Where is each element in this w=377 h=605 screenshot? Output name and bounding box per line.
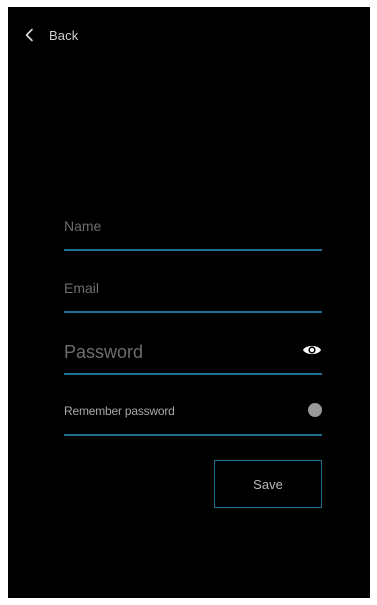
save-button[interactable]: Save xyxy=(214,460,322,508)
remember-underline xyxy=(64,434,322,436)
remember-password-toggle[interactable] xyxy=(308,403,322,417)
back-label: Back xyxy=(49,27,79,43)
app-screen: Back Remember password Save xyxy=(8,7,370,598)
back-button[interactable]: Back xyxy=(23,25,78,45)
email-underline xyxy=(64,311,322,313)
chevron-left-icon xyxy=(25,28,33,42)
remember-password-label: Remember password xyxy=(64,404,175,418)
password-underline xyxy=(64,373,322,375)
name-field-group xyxy=(64,202,322,264)
name-underline xyxy=(64,249,322,251)
email-input[interactable] xyxy=(64,264,322,312)
password-field-group xyxy=(64,326,322,388)
settings-form: Remember password Save xyxy=(64,202,322,508)
eye-icon[interactable] xyxy=(302,340,322,360)
name-input[interactable] xyxy=(64,202,322,250)
remember-password-row: Remember password xyxy=(64,388,322,448)
email-field-group xyxy=(64,264,322,326)
password-input[interactable] xyxy=(64,328,322,376)
